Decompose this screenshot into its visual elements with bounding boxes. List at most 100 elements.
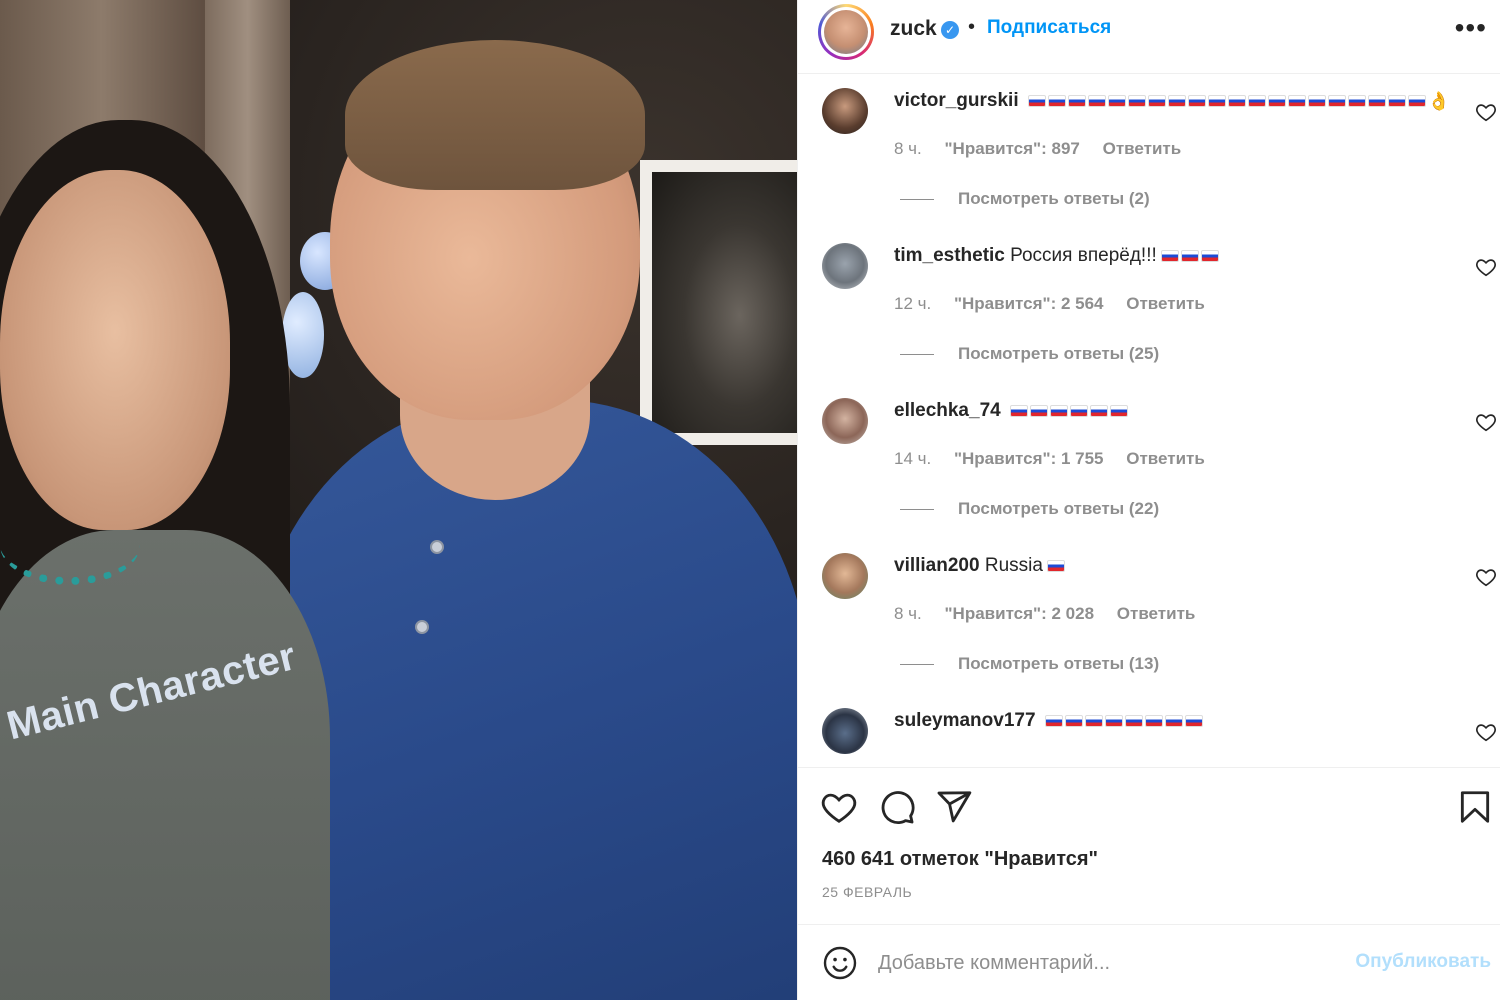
russia-flag-emoji [1064,714,1083,727]
owner-username[interactable]: zuck [890,17,937,41]
view-replies-button[interactable]: Посмотреть ответы (13) [900,654,1159,674]
russia-flag-emoji [1069,404,1088,417]
add-comment-bar: Опубликовать [798,924,1500,1000]
commenter-avatar[interactable] [822,88,868,134]
owner-avatar[interactable] [818,4,874,60]
russia-flag-emoji [1164,714,1183,727]
bookmark-icon[interactable] [1456,788,1494,826]
russia-flag-emoji [1327,94,1346,107]
russia-flag-emoji [1027,94,1046,107]
view-replies-button[interactable]: Посмотреть ответы (25) [900,344,1159,364]
russia-flag-emoji [1049,404,1068,417]
comment-time: 8 ч. [894,604,922,623]
russia-flag-emoji [1207,94,1226,107]
comment-body: ellechka_74 [894,400,1130,422]
comment-item: ellechka_74 14 ч. "Нравится": 1 755 Отве… [798,385,1500,540]
russia-flag-emoji [1109,404,1128,417]
view-replies-label: Посмотреть ответы (22) [958,499,1160,518]
russia-flag-emoji [1029,404,1048,417]
shirt-button [415,620,429,634]
share-icon[interactable] [935,788,973,826]
post-sidebar: zuck ✓ • Подписаться ••• victor_gurskii … [797,0,1500,1000]
russia-flag-emoji [1347,94,1366,107]
russia-flag-emoji [1127,94,1146,107]
reply-button[interactable]: Ответить [1103,139,1182,158]
post-date: 25 ФЕВРАЛЬ [822,884,913,900]
russia-flag-emoji [1367,94,1386,107]
russia-flag-emoji [1227,94,1246,107]
comment-body: tim_esthetic Россия вперёд!!! [894,245,1221,267]
view-replies-label: Посмотреть ответы (13) [958,654,1160,673]
russia-flag-emoji [1160,249,1179,262]
reply-button[interactable]: Ответить [1126,294,1205,313]
russia-flag-emoji [1084,714,1103,727]
russia-flag-emojis [1027,90,1428,112]
comment-like-heart-icon[interactable] [1475,411,1497,433]
commenter-avatar[interactable] [822,243,868,289]
view-replies-label: Посмотреть ответы (25) [958,344,1160,363]
comments-list: victor_gurskii 👌 8 ч. "Нравится": 897 От… [798,75,1500,767]
russia-flag-emoji [1200,249,1219,262]
russia-flag-emoji [1047,94,1066,107]
russia-flag-emoji [1044,714,1063,727]
russia-flag-emoji [1087,94,1106,107]
russia-flag-emoji [1187,94,1206,107]
comment-like-heart-icon[interactable] [1475,721,1497,743]
russia-flag-emojis [1009,400,1130,422]
comment-username[interactable]: tim_esthetic [894,245,1005,266]
comment-icon[interactable] [878,788,916,826]
comment-likes[interactable]: "Нравится": 2 564 [954,294,1104,313]
russia-flag-emoji [1184,714,1203,727]
ok-hand-emoji: 👌 [1427,90,1451,111]
comment-username[interactable]: suleymanov177 [894,710,1036,731]
comment-item: villian200 Russia 8 ч. "Нравится": 2 028… [798,540,1500,695]
comment-item: suleymanov177 [798,695,1500,767]
view-replies-button[interactable]: Посмотреть ответы (22) [900,499,1159,519]
man-hair [345,40,645,190]
heart-icon[interactable] [820,788,858,826]
comment-time: 14 ч. [894,449,932,468]
comment-item: victor_gurskii 👌 8 ч. "Нравится": 897 От… [798,75,1500,230]
russia-flag-emoji [1287,94,1306,107]
comment-body: suleymanov177 [894,710,1205,732]
more-options-icon[interactable]: ••• [1455,12,1487,44]
verified-badge-icon: ✓ [941,21,959,39]
russia-flag-emoji [1124,714,1143,727]
russia-flag-emojis [1044,710,1205,732]
russia-flag-emoji [1407,94,1426,107]
comment-likes[interactable]: "Нравится": 1 755 [954,449,1104,468]
russia-flag-emoji [1167,94,1186,107]
comment-like-heart-icon[interactable] [1475,101,1497,123]
russia-flag-emoji [1387,94,1406,107]
comment-likes[interactable]: "Нравится": 2 028 [945,604,1095,623]
russia-flag-emoji [1089,404,1108,417]
russia-flag-emoji [1107,94,1126,107]
comment-body: villian200 Russia [894,555,1067,577]
comment-username[interactable]: ellechka_74 [894,400,1001,421]
commenter-avatar[interactable] [822,708,868,754]
reply-button[interactable]: Ответить [1126,449,1205,468]
view-replies-button[interactable]: Посмотреть ответы (2) [900,189,1150,209]
commenter-avatar[interactable] [822,398,868,444]
reply-button[interactable]: Ответить [1117,604,1196,623]
comment-username[interactable]: victor_gurskii [894,90,1019,111]
emoji-icon[interactable] [822,945,858,981]
russia-flag-emoji [1147,94,1166,107]
comment-meta: 12 ч. "Нравится": 2 564 Ответить [894,294,1223,314]
comment-like-heart-icon[interactable] [1475,256,1497,278]
comment-input[interactable] [878,943,1338,983]
publish-button[interactable]: Опубликовать [1355,951,1491,973]
comment-likes[interactable]: "Нравится": 897 [945,139,1080,158]
view-replies-label: Посмотреть ответы (2) [958,189,1150,208]
commenter-avatar[interactable] [822,553,868,599]
russia-flag-emoji [1307,94,1326,107]
follow-button[interactable]: Подписаться [987,17,1111,39]
comment-time: 12 ч. [894,294,932,313]
comment-username[interactable]: villian200 [894,555,980,576]
comment-like-heart-icon[interactable] [1475,566,1497,588]
post-likes-count[interactable]: 460 641 отметок "Нравится" [822,848,1098,871]
russia-flag-emoji [1144,714,1163,727]
russia-flag-emojis [1046,555,1067,577]
bear-painting [640,160,797,445]
russia-flag-emoji [1247,94,1266,107]
